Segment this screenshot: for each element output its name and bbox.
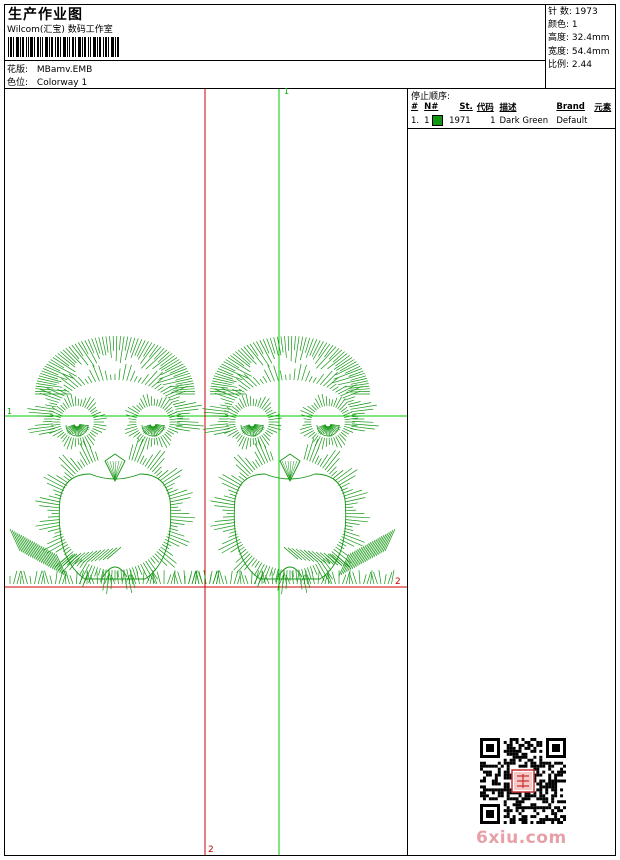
col-code: 代码: [476, 103, 494, 113]
stats-divider: [545, 4, 546, 88]
table-row: 1. 1 1971 1 Dark Green Default: [409, 114, 615, 127]
stat-width: 宽度: 54.4mm: [548, 46, 610, 57]
stop-sequence-table: # N# St. 代码 描述 Brand 元素 1. 1 1971 1 Dark…: [409, 100, 615, 127]
col-hash: #: [411, 102, 419, 112]
embroidery-design: [9, 335, 396, 595]
color-swatch: [432, 115, 444, 126]
col-description: 描述: [499, 103, 517, 113]
barcode: [8, 37, 119, 57]
stats-panel: 针 数: 1973 颜色: 1 高度: 32.4mm 宽度: 54.4mm 比例…: [548, 6, 610, 72]
stat-colors: 颜色: 1: [548, 20, 578, 31]
guide-label-left: 1: [7, 407, 13, 416]
company-name: Wilcom(汇宝) 数码工作室: [7, 25, 113, 35]
stat-scale: 比例: 2.44: [548, 59, 592, 70]
guide-label-top: 1: [284, 87, 290, 96]
col-stitches: St.: [459, 102, 473, 112]
guide-label-bottom: 2: [208, 845, 214, 855]
stat-stitches: 针 数: 1973: [548, 7, 598, 17]
row-description: Dark Green: [499, 115, 549, 126]
design-label: 花版:: [7, 65, 29, 75]
row-code: 1: [490, 115, 496, 126]
row-element: [592, 114, 615, 127]
row-brand: Default: [556, 115, 588, 126]
stat-height: 高度: 32.4mm: [548, 33, 610, 44]
row-stitches: 1971: [449, 115, 471, 126]
col-brand: Brand: [556, 102, 585, 112]
col-needle: N#: [424, 102, 439, 112]
table-header-row: # N# St. 代码 描述 Brand 元素: [409, 100, 615, 114]
watermark: 6xiu.com: [476, 828, 567, 848]
colorway-label: 色位:: [7, 78, 29, 88]
design-file-row: 花版: MBamv.EMB: [7, 62, 92, 75]
design-canvas: 1 1 2 2: [5, 87, 407, 855]
design-info-divider: [4, 60, 545, 61]
design-file: MBamv.EMB: [36, 65, 93, 75]
col-element: 元素: [594, 103, 612, 113]
panel-divider: [407, 88, 408, 856]
colorway-row: 色位: Colorway 1: [7, 75, 87, 88]
row-needle: 1: [422, 114, 447, 127]
qr-code: [480, 738, 566, 824]
row-num: 1.: [411, 115, 420, 126]
colorway-value: Colorway 1: [36, 78, 88, 88]
stop-table-bottom-line: [408, 128, 616, 129]
guide-label-right: 2: [395, 577, 401, 587]
page-title: 生产作业图: [8, 7, 83, 23]
